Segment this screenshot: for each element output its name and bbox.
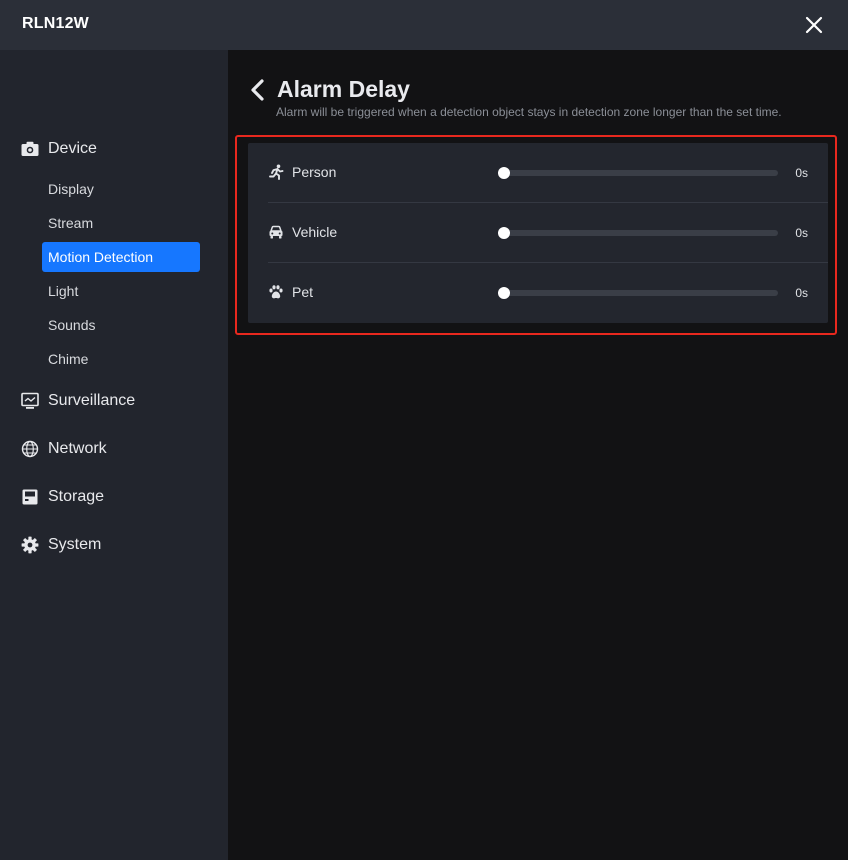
sidebar-item-light[interactable]: Light: [42, 276, 200, 306]
delay-label: Vehicle: [292, 224, 338, 240]
delay-row-person: Person 0s: [268, 143, 828, 203]
sidebar-item-display[interactable]: Display: [42, 174, 200, 204]
sidebar-group-label: Surveillance: [48, 392, 136, 409]
chevron-left-icon: [251, 79, 264, 101]
main-panel: Alarm Delay Alarm will be triggered when…: [228, 50, 848, 860]
sidebar-item-sounds[interactable]: Sounds: [42, 310, 200, 340]
sidebar-group-network[interactable]: Network: [20, 436, 107, 462]
sidebar-group-device[interactable]: Device: [20, 136, 97, 162]
sidebar-item-chime[interactable]: Chime: [42, 344, 200, 374]
delay-value: 0s: [795, 286, 808, 300]
slider-thumb[interactable]: [498, 167, 510, 179]
title-bar: RLN12W: [0, 0, 848, 50]
car-icon: [269, 225, 283, 239]
delay-value: 0s: [795, 166, 808, 180]
sidebar-group-label: System: [48, 536, 102, 553]
globe-icon: [20, 439, 40, 459]
running-person-icon: [269, 164, 284, 180]
delay-label: Person: [292, 164, 337, 180]
vehicle-delay-slider[interactable]: [498, 227, 778, 239]
close-icon: [805, 16, 823, 34]
delay-label: Pet: [292, 284, 314, 300]
pet-delay-slider[interactable]: [498, 287, 778, 299]
paw-icon: [269, 285, 283, 299]
page-description: Alarm will be triggered when a detection…: [276, 105, 782, 119]
monitor-icon: [20, 391, 40, 411]
slider-thumb[interactable]: [498, 287, 510, 299]
alarm-delay-card: Person 0s Vehicle 0s Pet 0s: [248, 143, 828, 323]
sidebar-group-surveillance[interactable]: Surveillance: [20, 388, 135, 414]
sidebar-group-system[interactable]: System: [20, 532, 101, 558]
disk-icon: [20, 487, 40, 507]
delay-row-pet: Pet 0s: [268, 263, 828, 323]
sidebar-group-label: Network: [48, 440, 107, 457]
back-button[interactable]: [248, 78, 268, 102]
person-delay-slider[interactable]: [498, 167, 778, 179]
sidebar-group-storage[interactable]: Storage: [20, 484, 104, 510]
close-button[interactable]: [800, 11, 828, 39]
sidebar-group-label: Storage: [48, 488, 105, 505]
sidebar-item-motion-detection[interactable]: Motion Detection: [42, 242, 200, 272]
delay-value: 0s: [795, 226, 808, 240]
gear-icon: [20, 535, 40, 555]
slider-thumb[interactable]: [498, 227, 510, 239]
camera-icon: [20, 139, 40, 159]
sidebar: Device Display Stream Motion Detection L…: [0, 50, 228, 860]
window-title: RLN12W: [22, 15, 89, 32]
delay-row-vehicle: Vehicle 0s: [268, 203, 828, 263]
sidebar-item-stream[interactable]: Stream: [42, 208, 200, 238]
sidebar-group-label: Device: [48, 140, 97, 157]
page-title: Alarm Delay: [277, 76, 410, 102]
